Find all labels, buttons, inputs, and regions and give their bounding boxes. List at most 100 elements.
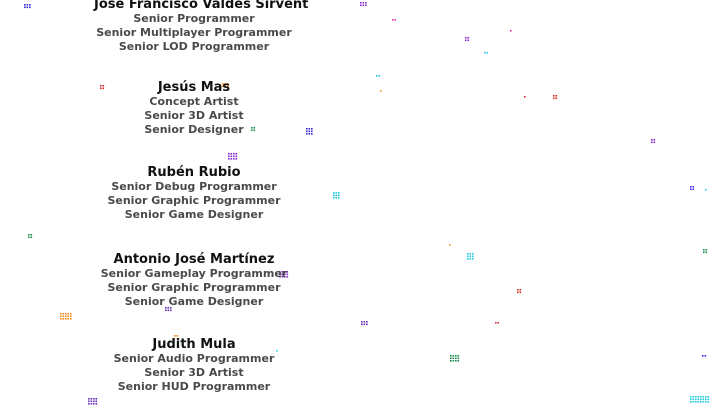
particle-dot: [311, 128, 313, 130]
particle-dot: [335, 194, 338, 197]
particle-dot: [702, 355, 704, 357]
particle-dot: [690, 396, 692, 398]
credit-role: Senior Graphic Programmer: [107, 281, 281, 294]
credit-role: Senior Designer: [144, 123, 244, 136]
particle-dot: [457, 357, 460, 360]
particle-dot: [70, 313, 72, 315]
particle-dot: [28, 234, 30, 236]
credit-role: Senior Game Designer: [124, 295, 264, 308]
particle-dot: [707, 401, 710, 403]
credit-role: Senior HUD Programmer: [117, 380, 271, 393]
particle-dot: [651, 139, 653, 141]
particle-dot: [235, 158, 238, 160]
particle-dot: [697, 398, 700, 401]
particle-dot: [93, 403, 95, 405]
particle-dot: [653, 139, 656, 141]
particle-dot: [702, 398, 705, 401]
particle-dot: [233, 158, 235, 160]
particle-dot: [311, 130, 313, 133]
particle-dot: [362, 2, 365, 4]
particle-dot: [705, 396, 707, 398]
particle-dot: [88, 400, 90, 403]
particle-dot: [486, 52, 489, 54]
particle-dot: [167, 309, 170, 312]
particle-dot: [690, 186, 692, 188]
particle-dot: [472, 258, 474, 260]
particle-dot: [228, 158, 230, 160]
particle-dot: [308, 133, 311, 135]
particle-dot: [30, 236, 33, 239]
credit-role: Senior Gameplay Programmer: [100, 267, 288, 280]
particle-dot: [361, 321, 363, 323]
particle-dot: [333, 194, 335, 197]
particle-dot: [394, 19, 397, 21]
particle-dot: [363, 323, 366, 326]
particle-dot: [361, 323, 363, 326]
particle-dot: [308, 128, 311, 130]
credit-name: Jose Francisco Valdés Sirvent: [94, 0, 309, 12]
particle-dot: [457, 360, 460, 362]
particle-dot: [333, 192, 335, 194]
particle-dot: [70, 318, 72, 320]
particle-dot: [707, 396, 710, 398]
particle-dot: [467, 258, 469, 260]
particle-dot: [467, 37, 470, 39]
particle-dot: [695, 401, 697, 403]
particle-dot: [484, 52, 486, 54]
particle-dot: [335, 192, 338, 194]
particle-dot: [95, 400, 98, 403]
particle-dot: [95, 398, 98, 400]
particle-dot: [230, 153, 233, 155]
particle-dot: [450, 355, 452, 357]
particle-dot: [392, 19, 394, 21]
particle-dot: [455, 355, 457, 357]
particle-dot: [24, 6, 26, 9]
particle-dot: [360, 2, 362, 4]
particle-dot: [449, 244, 451, 246]
particle-dot: [376, 75, 378, 77]
particle-dot: [380, 90, 382, 92]
particle-dot: [700, 401, 702, 403]
particle-dot: [62, 315, 65, 318]
particle-dot: [469, 255, 472, 258]
particle-dot: [228, 153, 230, 155]
particle-dot: [90, 398, 93, 400]
particle-dot: [366, 323, 368, 326]
credit-role: Senior Graphic Programmer: [107, 194, 281, 207]
particle-dot: [365, 4, 367, 7]
particle-dot: [703, 249, 705, 251]
particle-dot: [457, 355, 460, 357]
credit-role: Senior Multiplayer Programmer: [96, 26, 292, 39]
particle-dot: [65, 318, 67, 320]
particle-dot: [517, 289, 519, 291]
particle-dot: [697, 396, 700, 398]
particle-dot: [702, 396, 705, 398]
particle-dot: [553, 95, 555, 97]
particle-dot: [497, 322, 500, 324]
particle-dot: [705, 401, 707, 403]
particle-dot: [700, 398, 702, 401]
particle-dot: [555, 97, 558, 100]
particle-dot: [338, 197, 340, 199]
particle-dot: [311, 133, 313, 135]
particle-dot: [702, 401, 705, 403]
credit-role: Senior Debug Programmer: [111, 180, 277, 193]
particle-dot: [465, 37, 467, 39]
particle-dot: [29, 4, 31, 6]
credit-role: Senior Programmer: [133, 12, 255, 25]
particle-dot: [519, 289, 522, 291]
particle-dot: [29, 6, 31, 9]
particle-dot: [233, 155, 235, 158]
particle-dot: [306, 130, 308, 133]
particle-dot: [450, 360, 452, 362]
particle-dot: [335, 197, 338, 199]
credit-entry: Judith Mula Senior Audio Programmer Seni…: [94, 337, 294, 394]
particle-dot: [705, 249, 708, 251]
credit-name: Jesús Mas: [157, 80, 231, 95]
particle-dot: [228, 155, 230, 158]
particle-dot: [469, 253, 472, 255]
particle-dot: [60, 315, 62, 318]
particle-dot: [65, 313, 67, 315]
particle-dot: [651, 141, 653, 144]
particle-dot: [690, 401, 692, 403]
